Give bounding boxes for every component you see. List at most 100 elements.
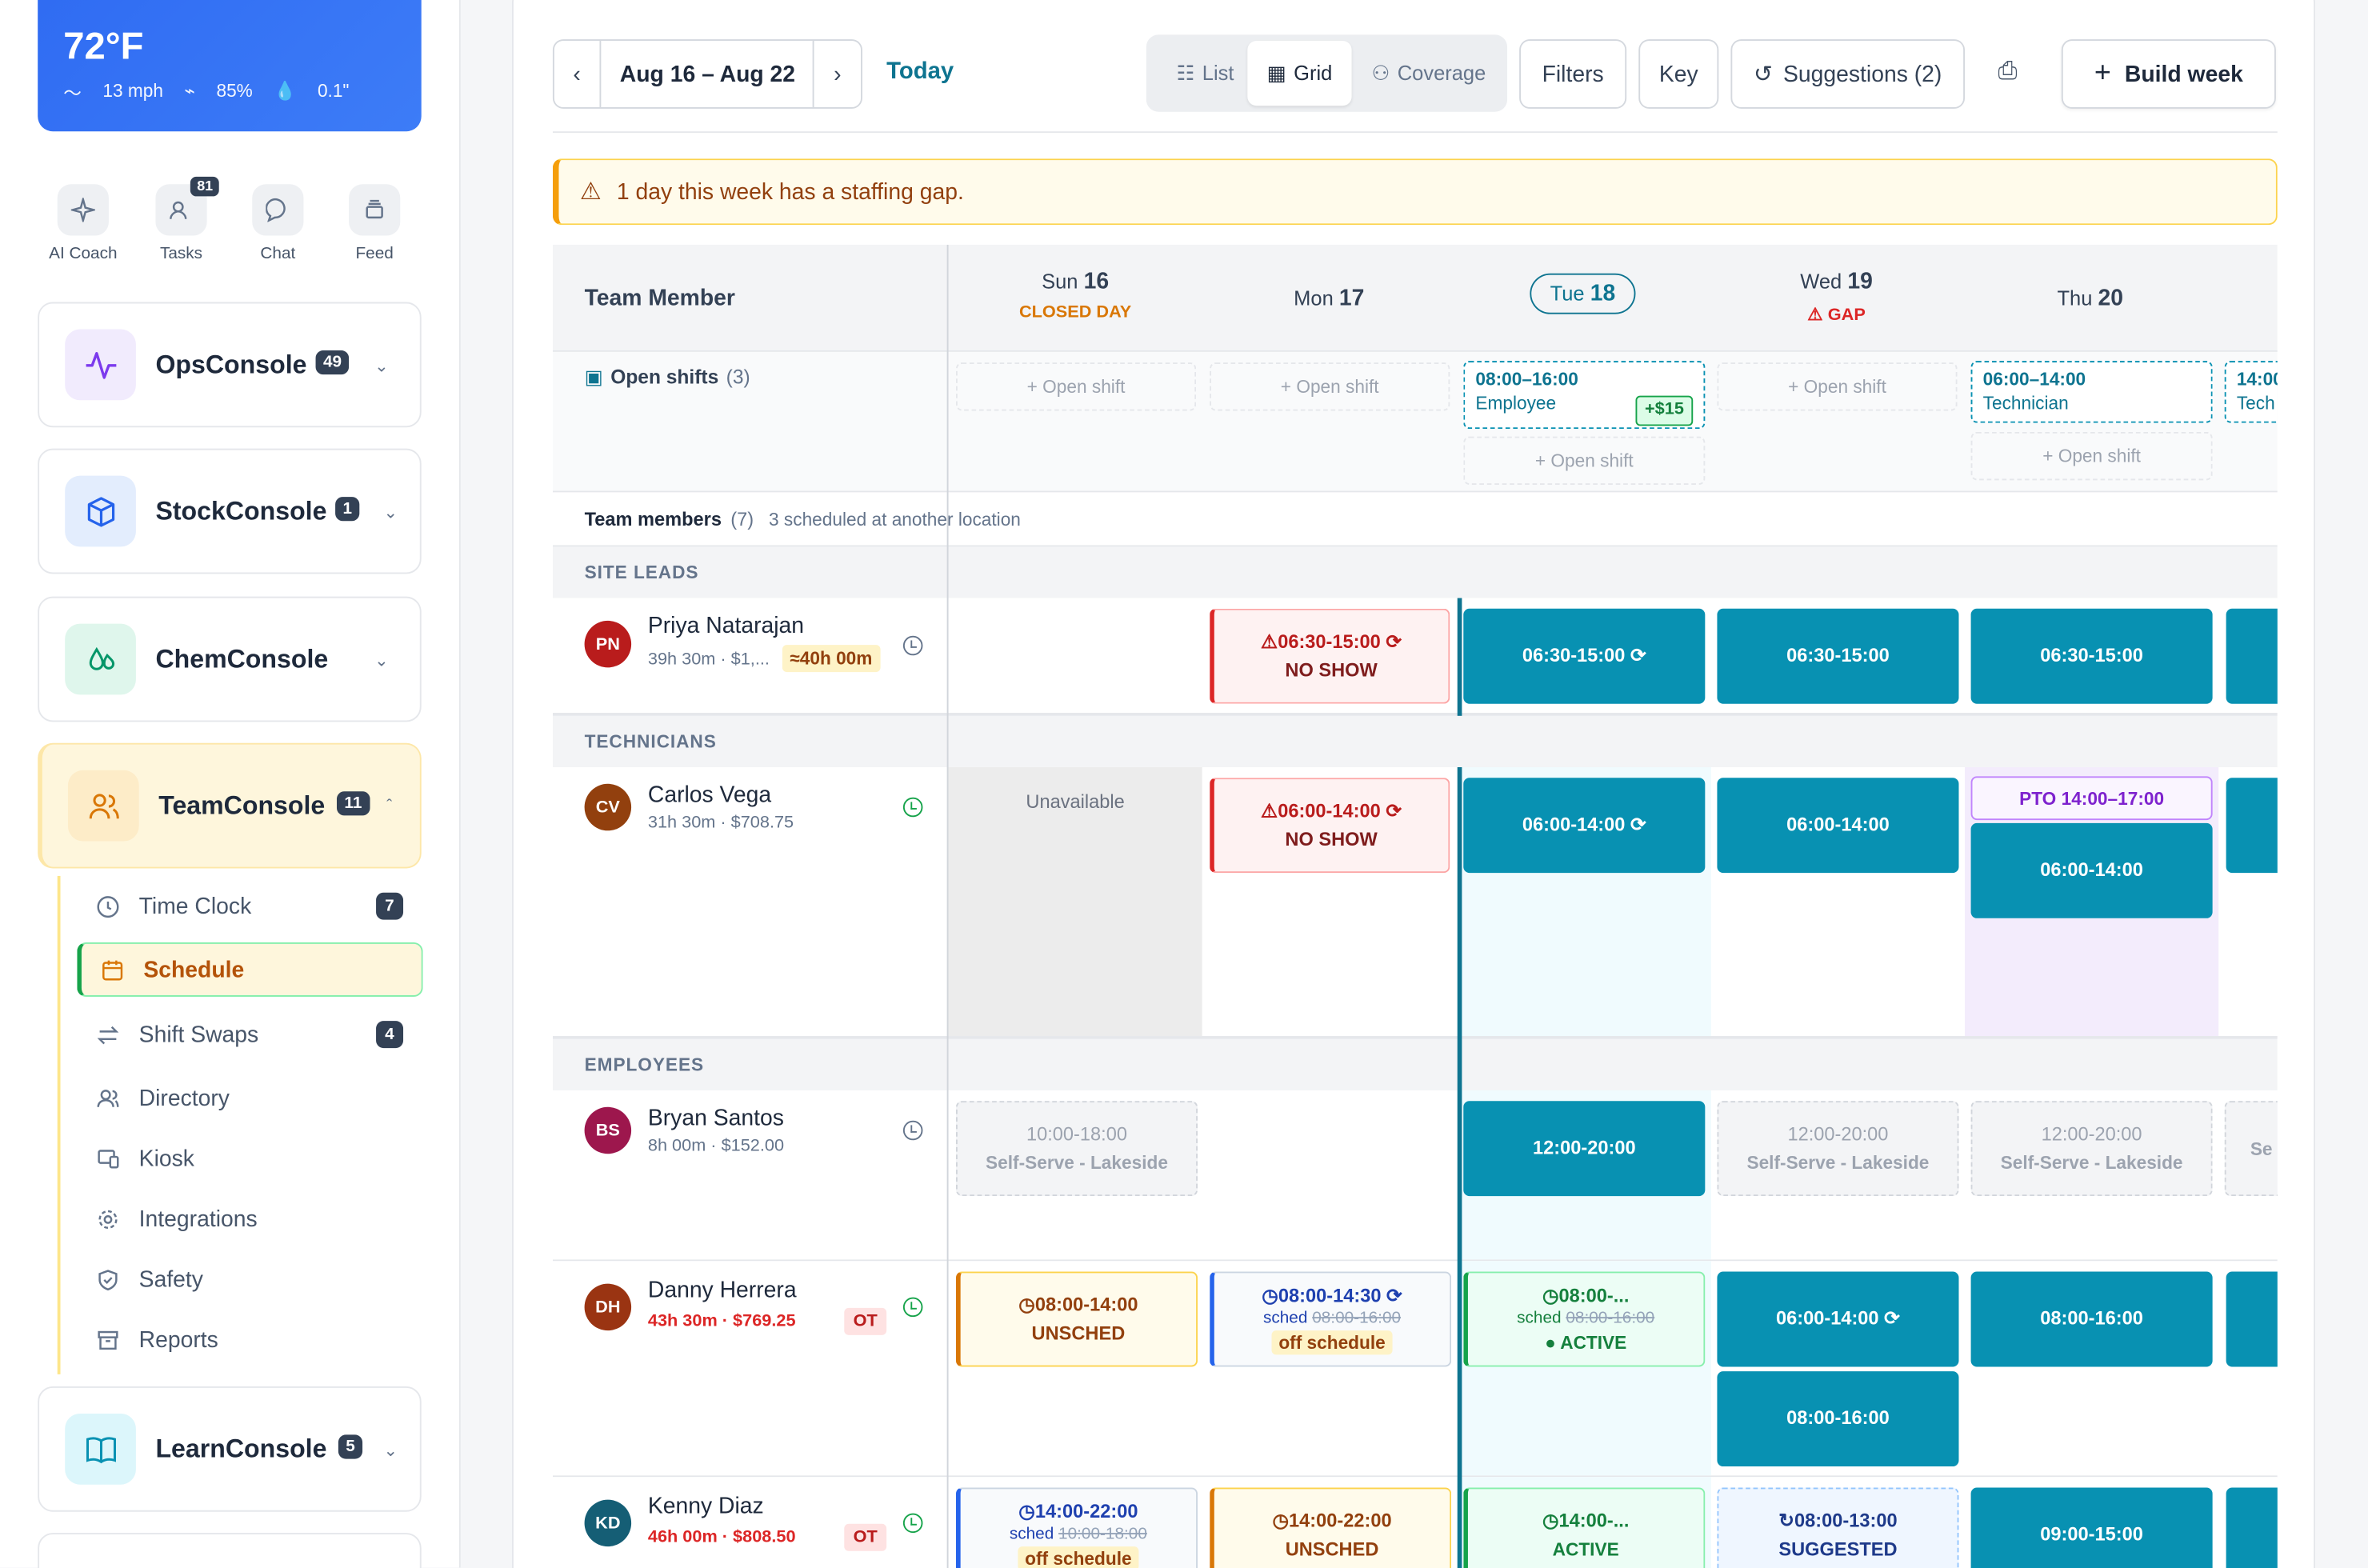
quick-label: AI Coach: [49, 244, 118, 263]
menu-schedule[interactable]: Schedule: [77, 942, 423, 997]
shift-chip[interactable]: ⚠06:00-14:00 ⟳ NO SHOW: [1210, 778, 1450, 874]
day-header-wed[interactable]: Wed 19 ⚠ GAP: [1710, 245, 1963, 352]
shift-status: NO SHOW: [1285, 659, 1378, 681]
menu-reports[interactable]: Reports: [77, 1312, 422, 1366]
shift-chip[interactable]: 10:00-18:00 Self-Serve - Lakeside: [955, 1101, 1198, 1197]
weather-card[interactable]: 72°F 〜 13 mph ⌁ 85% 💧 0.1": [38, 0, 422, 132]
prev-week-button[interactable]: ‹: [554, 40, 602, 108]
add-open-shift-button[interactable]: + Open shift: [1210, 362, 1450, 411]
member-name[interactable]: Bryan Santos: [648, 1106, 784, 1131]
shift-chip[interactable]: ◷08:00-... sched 08:00-16:00 ● ACTIVE: [1463, 1271, 1706, 1367]
shift-chip[interactable]: 09:00-15:00: [1970, 1487, 2213, 1568]
add-open-shift-button[interactable]: + Open shift: [1463, 436, 1706, 485]
menu-directory[interactable]: Directory: [77, 1070, 422, 1125]
day-num: 19: [1847, 269, 1873, 295]
shift-chip[interactable]: ◷08:00-14:00 UNSCHED: [955, 1271, 1198, 1367]
member-name[interactable]: Carlos Vega: [648, 782, 771, 808]
shift-chip[interactable]: 06:30-15:00: [1970, 608, 2213, 704]
quick-ai-coach[interactable]: AI Coach: [38, 182, 128, 263]
console-next[interactable]: [38, 1533, 422, 1568]
open-shift-role: Technician: [1982, 393, 2069, 414]
day-header-sun[interactable]: Sun 16 CLOSED DAY: [949, 245, 1202, 352]
chevron-down-icon[interactable]: ⌄: [384, 1441, 398, 1461]
view-grid[interactable]: ▦ Grid: [1247, 40, 1352, 106]
shift-location: Self-Serve - Lakeside: [986, 1152, 1168, 1174]
shift-chip[interactable]: Se: [2224, 1101, 2278, 1197]
forecast-badge: ≈40h 00m: [782, 645, 880, 673]
member-name[interactable]: Priya Natarajan: [648, 613, 804, 638]
console-learn[interactable]: LearnConsole 5 ⌄: [38, 1386, 422, 1512]
pto-chip[interactable]: PTO 14:00–17:00: [1970, 776, 2213, 821]
member-row-carlos: Unavailable CV Carlos Vega 31h 30m · $70…: [552, 767, 2278, 1039]
console-team[interactable]: TeamConsole 11 ˆ: [38, 742, 422, 869]
shift-chip[interactable]: 06:30-15:00 ⟳: [1463, 608, 1706, 704]
quick-chat[interactable]: Chat: [233, 182, 323, 262]
shift-chip[interactable]: [2226, 1271, 2278, 1367]
day-header-mon[interactable]: Mon 17: [1202, 245, 1456, 352]
shift-chip[interactable]: ◷14:00-22:00 UNSCHED: [1210, 1487, 1452, 1568]
chat-icon: [252, 184, 304, 236]
kiosk-icon: [95, 1146, 119, 1170]
day-header-tue[interactable]: Tue 18: [1456, 245, 1710, 352]
shift-chip[interactable]: 12:00-20:00 Self-Serve - Lakeside: [1717, 1101, 1959, 1197]
day-dow: Sun: [1042, 270, 1078, 294]
print-icon[interactable]: ⎙: [1998, 59, 2018, 86]
shift-chip[interactable]: 06:00-14:00: [1970, 822, 2213, 918]
view-list[interactable]: ☷ List: [1158, 41, 1252, 106]
add-open-shift-button[interactable]: + Open shift: [955, 362, 1197, 411]
shift-chip[interactable]: [2226, 608, 2278, 704]
shift-chip[interactable]: 12:00-20:00: [1463, 1101, 1706, 1197]
shift-chip[interactable]: [2226, 1487, 2278, 1568]
quick-tasks[interactable]: 81 Tasks: [136, 176, 226, 262]
shift-chip[interactable]: 06:00-14:00 ⟳: [1717, 1271, 1959, 1367]
shift-chip[interactable]: ⚠06:30-15:00 ⟳ NO SHOW: [1210, 608, 1450, 704]
clock-icon[interactable]: [902, 1297, 923, 1318]
console-chem[interactable]: ChemConsole ⌄: [38, 596, 422, 722]
console-stock[interactable]: StockConsole 1 ⌄: [38, 448, 422, 574]
open-shift-chip[interactable]: 08:00–16:00 Employee +$15: [1463, 361, 1706, 430]
chevron-down-icon[interactable]: ⌄: [384, 503, 398, 523]
shift-chip[interactable]: 12:00-20:00 Self-Serve - Lakeside: [1970, 1101, 2213, 1197]
filters-button[interactable]: Filters: [1519, 39, 1627, 109]
shift-chip[interactable]: 06:00-14:00: [1717, 778, 1959, 874]
add-open-shift-button[interactable]: + Open shift: [1717, 362, 1958, 411]
shift-chip[interactable]: 08:00-16:00: [1970, 1271, 2213, 1367]
shift-chip[interactable]: ◷08:00-14:30 ⟳ sched 08:00-16:00 off sch…: [1210, 1271, 1452, 1367]
shift-chip[interactable]: [2226, 778, 2278, 874]
key-button[interactable]: Key: [1638, 39, 1719, 109]
menu-integrations[interactable]: Integrations: [77, 1191, 422, 1246]
add-open-shift-button[interactable]: + Open shift: [1970, 431, 2213, 481]
chevron-down-icon[interactable]: ⌄: [374, 357, 388, 376]
chevron-down-icon[interactable]: ⌄: [374, 651, 388, 671]
shift-chip[interactable]: ↻08:00-13:00 SUGGESTED: [1717, 1487, 1959, 1568]
shift-chip[interactable]: ◷14:00-... ACTIVE: [1463, 1487, 1706, 1568]
member-name[interactable]: Kenny Diaz: [648, 1494, 764, 1519]
open-shift-chip[interactable]: 06:00–14:00 Technician: [1970, 361, 2213, 423]
today-button[interactable]: Today: [886, 59, 954, 86]
clock-icon[interactable]: [902, 635, 923, 656]
day-header-thu[interactable]: Thu 20: [1963, 245, 2217, 352]
menu-shift-swaps[interactable]: Shift Swaps 4: [77, 1007, 422, 1062]
suggestions-button[interactable]: ↺ Suggestions (2): [1730, 39, 1966, 109]
member-name[interactable]: Danny Herrera: [648, 1278, 797, 1303]
clock-icon[interactable]: [902, 1120, 923, 1141]
console-ops[interactable]: OpsConsole 49 ⌄: [38, 302, 422, 428]
menu-kiosk[interactable]: Kiosk: [77, 1131, 422, 1186]
shift-chip[interactable]: 06:00-14:00 ⟳: [1463, 778, 1706, 874]
shift-chip[interactable]: 08:00-16:00: [1717, 1371, 1959, 1467]
open-shift-chip[interactable]: 14:00 Tech: [2224, 361, 2278, 423]
quick-feed[interactable]: Feed: [330, 182, 420, 262]
section-technicians: TECHNICIANS: [552, 715, 2278, 768]
date-range-label[interactable]: Aug 16 – Aug 22: [620, 61, 795, 86]
build-week-button[interactable]: + Build week: [2061, 39, 2276, 109]
menu-time-clock[interactable]: Time Clock 7: [77, 879, 422, 934]
shift-chip[interactable]: ◷14:00-22:00 sched 10:00-18:00 off sched…: [955, 1487, 1198, 1568]
clock-icon[interactable]: [902, 797, 923, 818]
clock-icon[interactable]: [902, 1513, 923, 1534]
shift-chip[interactable]: 06:30-15:00: [1717, 608, 1959, 704]
view-coverage[interactable]: ⚇ Coverage: [1362, 41, 1495, 106]
chevron-up-icon[interactable]: ˆ: [386, 798, 392, 816]
menu-safety[interactable]: Safety: [77, 1252, 422, 1306]
next-week-button[interactable]: ›: [812, 40, 861, 108]
menu-label: Kiosk: [138, 1145, 194, 1171]
